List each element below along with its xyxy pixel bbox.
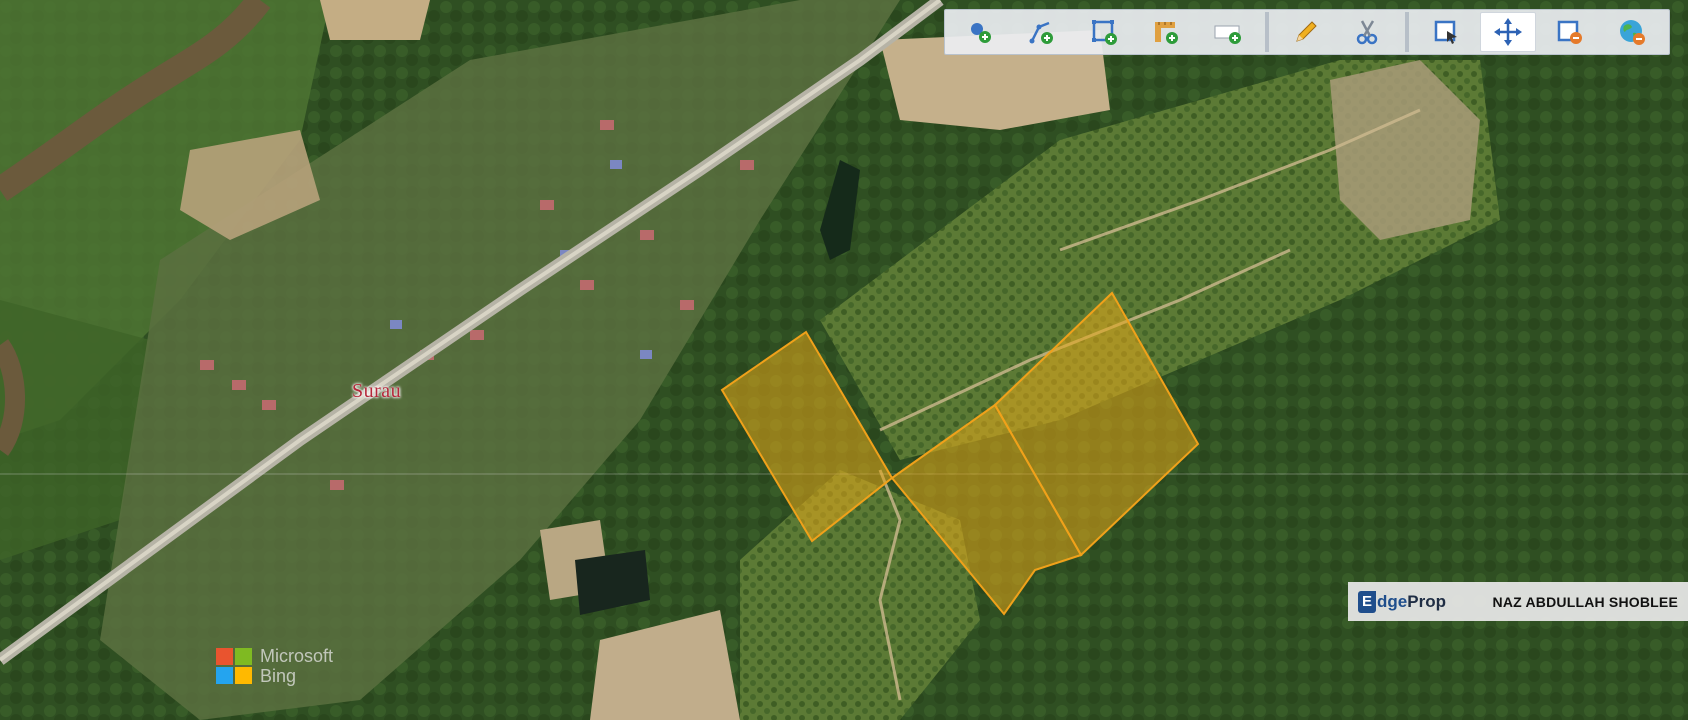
toolbar-separator <box>1265 12 1269 52</box>
edgeprop-logo-mark: E <box>1358 590 1376 613</box>
globe-tool-button[interactable] <box>1604 12 1660 52</box>
add-point-tool-button[interactable] <box>952 12 1008 52</box>
label-plus-icon <box>1214 25 1241 44</box>
bing-attribution: Microsoft Bing <box>216 646 333 686</box>
edgeprop-banner: E dge Prop NAZ ABDULLAH SHOBLEE <box>1348 582 1688 621</box>
place-label-surau: Surau <box>352 380 402 402</box>
map-toolbar <box>944 9 1670 55</box>
move-icon <box>1494 18 1522 46</box>
cut-tool-button[interactable] <box>1340 12 1396 52</box>
edit-tool-button[interactable] <box>1278 12 1334 52</box>
add-measure-tool-button[interactable] <box>1138 12 1194 52</box>
pan-tool-button[interactable] <box>1480 12 1536 52</box>
remove-icon <box>1557 20 1582 44</box>
microsoft-logo-icon <box>216 648 252 684</box>
point-plus-icon <box>971 23 991 43</box>
measure-plus-icon <box>1155 22 1178 44</box>
polygon-plus-icon <box>1092 20 1117 45</box>
scissors-icon <box>1356 20 1378 45</box>
pencil-icon <box>1296 21 1317 42</box>
toolbar-separator <box>1405 12 1409 52</box>
remove-tool-button[interactable] <box>1542 12 1598 52</box>
edgeprop-logo-prop: Prop <box>1407 591 1446 611</box>
add-polygon-tool-button[interactable] <box>1076 12 1132 52</box>
bing-attribution-text: Microsoft Bing <box>260 646 333 686</box>
agent-name: NAZ ABDULLAH SHOBLEE <box>1492 593 1678 610</box>
select-icon <box>1434 20 1457 44</box>
attribution-line-2: Bing <box>260 666 297 686</box>
globe-icon <box>1620 20 1645 45</box>
edgeprop-logo-edge: dge <box>1377 591 1408 611</box>
attribution-line-1: Microsoft <box>260 646 334 666</box>
add-label-tool-button[interactable] <box>1200 12 1256 52</box>
add-line-tool-button[interactable] <box>1014 12 1070 52</box>
line-plus-icon <box>1029 21 1053 44</box>
edgeprop-logo: E dge Prop <box>1358 590 1446 613</box>
zoom-select-tool-button[interactable] <box>1418 12 1474 52</box>
